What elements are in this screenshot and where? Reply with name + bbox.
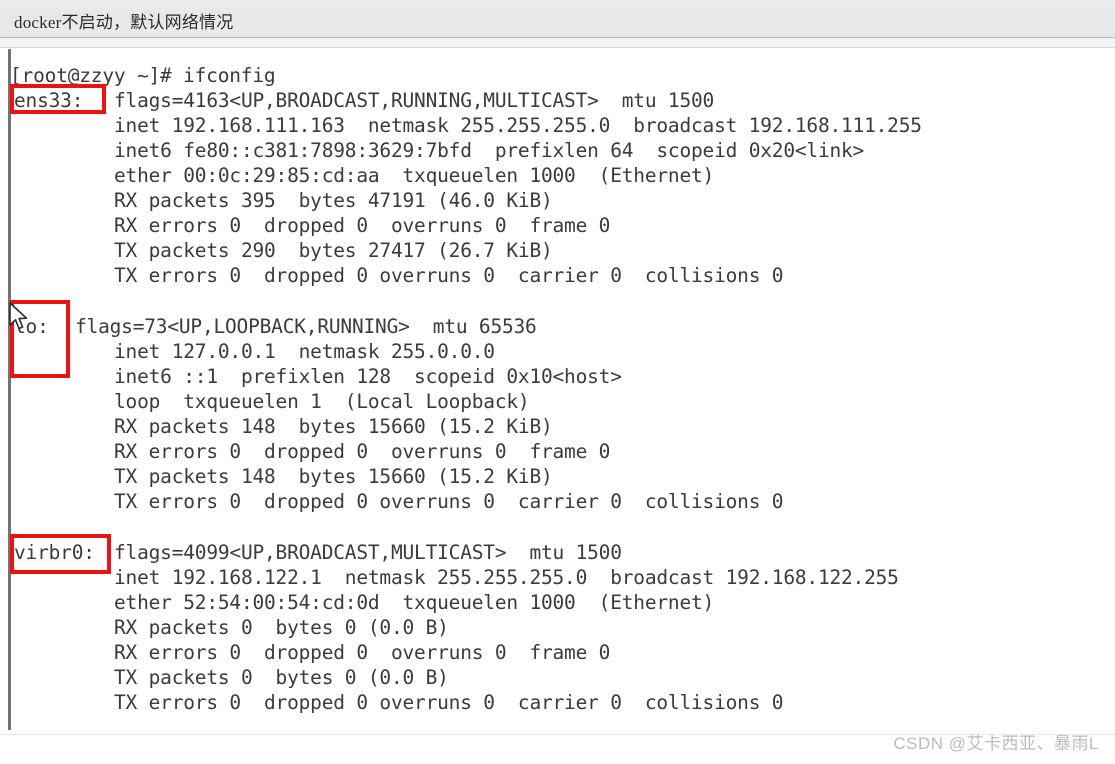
terminal-line: TX packets 148 bytes 15660 (15.2 KiB) — [114, 465, 553, 488]
terminal-line: RX packets 148 bytes 15660 (15.2 KiB) — [114, 415, 553, 438]
terminal-line: TX errors 0 dropped 0 overruns 0 carrier… — [114, 490, 784, 513]
mouse-cursor-icon — [9, 302, 28, 330]
terminal-line: inet 192.168.111.163 netmask 255.255.255… — [114, 114, 922, 137]
terminal-line: inet6 ::1 prefixlen 128 scopeid 0x10<hos… — [114, 365, 622, 388]
terminal-line: RX errors 0 dropped 0 overruns 0 frame 0 — [114, 214, 611, 237]
terminal-left-rule — [8, 49, 11, 730]
terminal-line: inet 192.168.122.1 netmask 255.255.255.0… — [114, 566, 899, 589]
window-title-bar: docker不启动，默认网络情况 — [0, 0, 1115, 38]
terminal-line: inet6 fe80::c381:7898:3629:7bfd prefixle… — [114, 139, 865, 162]
terminal-line: ether 00:0c:29:85:cd:aa txqueuelen 1000 … — [114, 164, 715, 187]
terminal-line: RX packets 395 bytes 47191 (46.0 KiB) — [114, 189, 553, 212]
application-window: docker不启动，默认网络情况 [root@zzyy ~]# ifconfig… — [0, 0, 1115, 764]
terminal-line: RX packets 0 bytes 0 (0.0 B) — [114, 616, 449, 639]
terminal-output-pane[interactable]: [root@zzyy ~]# ifconfig ens33: flags=416… — [0, 49, 1115, 734]
terminal-line: loop txqueuelen 1 (Local Loopback) — [114, 390, 530, 413]
terminal-line: TX packets 0 bytes 0 (0.0 B) — [114, 666, 449, 689]
interface-name-virbr0: virbr0: — [14, 541, 95, 564]
terminal-line: RX errors 0 dropped 0 overruns 0 frame 0 — [114, 440, 611, 463]
window-title: docker不启动，默认网络情况 — [14, 13, 234, 32]
terminal-line: TX errors 0 dropped 0 overruns 0 carrier… — [114, 691, 784, 714]
interface-flags-virbr0: flags=4099<UP,BROADCAST,MULTICAST> mtu 1… — [114, 541, 622, 564]
terminal-prompt-line: [root@zzyy ~]# ifconfig — [10, 64, 276, 87]
terminal-line: TX packets 290 bytes 27417 (26.7 KiB) — [114, 239, 553, 262]
terminal-line: TX errors 0 dropped 0 overruns 0 carrier… — [114, 264, 784, 287]
interface-name-ens33: ens33: — [14, 89, 84, 112]
interface-flags-lo: flags=73<UP,LOOPBACK,RUNNING> mtu 65536 — [75, 315, 537, 338]
toolbar-strip — [0, 38, 1115, 48]
terminal-line: ether 52:54:00:54:cd:0d txqueuelen 1000 … — [114, 591, 715, 614]
csdn-watermark: CSDN @艾卡西亚、暴雨L — [893, 734, 1099, 753]
interface-flags-ens33: flags=4163<UP,BROADCAST,RUNNING,MULTICAS… — [114, 89, 715, 112]
terminal-line: RX errors 0 dropped 0 overruns 0 frame 0 — [114, 641, 611, 664]
terminal-line: inet 127.0.0.1 netmask 255.0.0.0 — [114, 340, 495, 363]
